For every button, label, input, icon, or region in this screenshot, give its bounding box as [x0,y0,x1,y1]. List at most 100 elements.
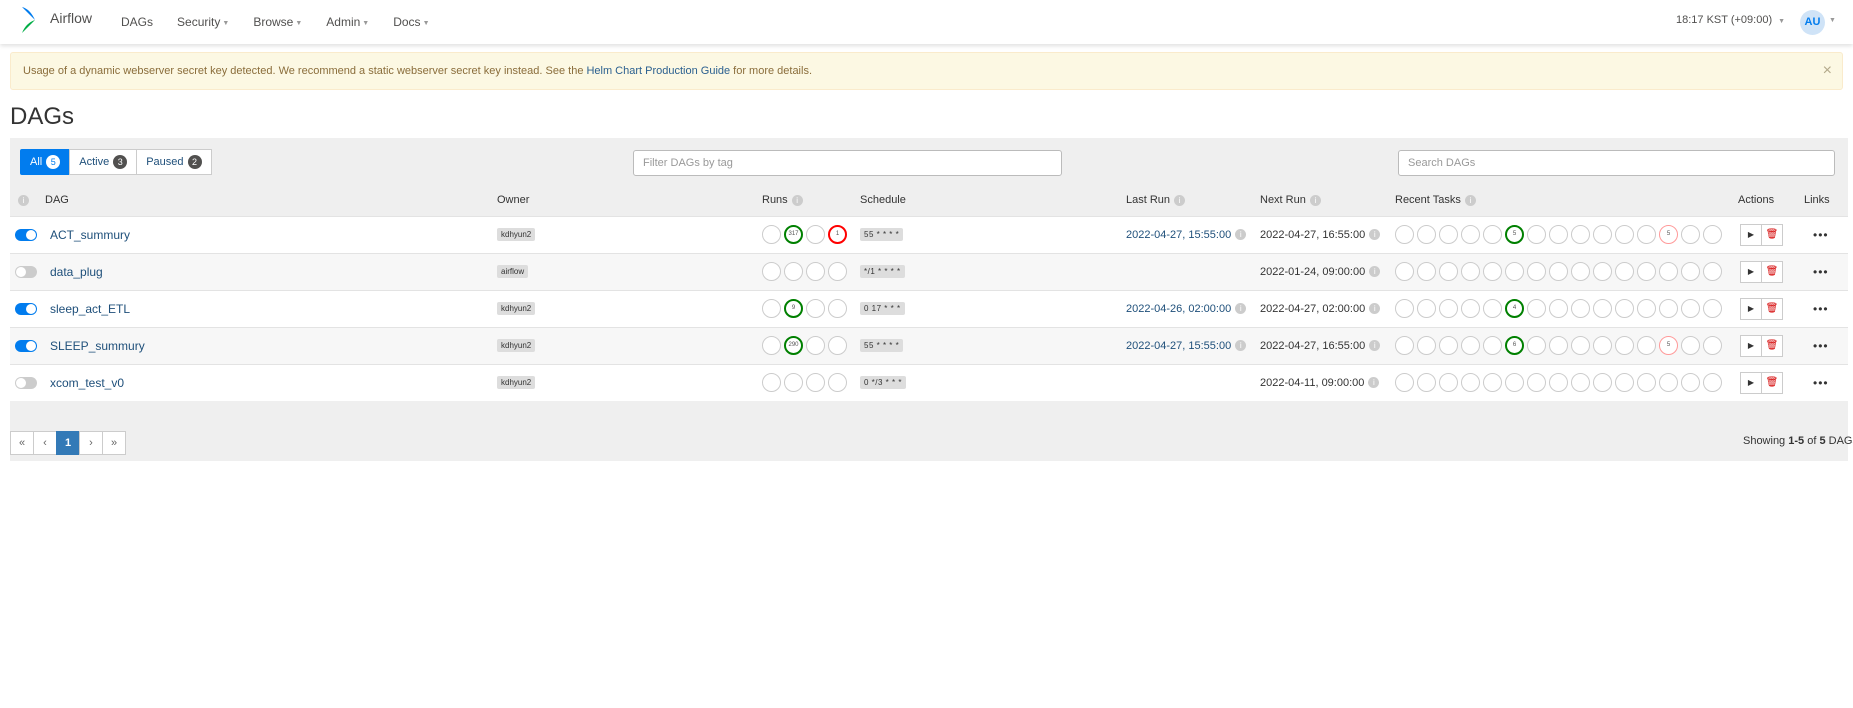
task-status-circle[interactable] [1417,373,1436,393]
info-icon[interactable]: i [18,194,29,206]
task-status-circle[interactable] [1549,373,1568,393]
more-dots-icon[interactable]: ••• [1813,302,1829,316]
run-status-circle[interactable] [806,373,825,393]
info-icon[interactable]: i [1235,229,1247,241]
owner-badge[interactable]: kdhyun2 [497,302,536,315]
info-icon[interactable]: i [1369,229,1381,241]
run-status-circle[interactable] [784,373,803,393]
task-status-circle[interactable] [1593,336,1612,355]
run-status-circle[interactable] [806,225,825,244]
task-status-circle[interactable] [1593,262,1612,281]
task-status-circle[interactable] [1417,262,1436,281]
owner-badge[interactable]: kdhyun2 [497,376,536,390]
run-status-circle[interactable] [762,262,781,281]
more-dots-icon[interactable]: ••• [1813,228,1829,242]
task-status-circle[interactable] [1593,299,1612,318]
task-status-circle[interactable] [1483,262,1502,281]
owner-badge[interactable]: kdhyun2 [497,339,536,352]
task-status-circle[interactable] [1417,299,1436,318]
task-status-circle[interactable] [1659,373,1678,393]
task-status-circle[interactable] [1505,262,1524,281]
run-status-circle[interactable] [762,299,781,318]
trigger-dag-button[interactable]: ▶ [1740,334,1762,357]
tab-active[interactable]: Active 3 [69,149,138,175]
info-icon[interactable]: i [1235,340,1247,352]
more-dots-icon[interactable]: ••• [1813,265,1829,279]
close-icon[interactable]: × [1823,62,1832,80]
task-status-circle[interactable] [1571,262,1590,281]
task-status-circle[interactable] [1615,262,1634,281]
task-status-circle[interactable] [1681,299,1700,318]
task-status-circle[interactable] [1681,262,1700,281]
run-status-circle[interactable] [828,336,847,355]
run-status-circle[interactable]: 9 [784,299,803,318]
task-status-circle[interactable] [1505,373,1524,393]
task-status-circle[interactable] [1417,336,1436,355]
info-icon[interactable]: i [1464,194,1476,206]
info-icon[interactable]: i [1368,377,1380,389]
task-status-circle[interactable] [1483,225,1502,244]
task-status-circle[interactable]: 5 [1659,336,1678,355]
task-status-circle[interactable] [1681,225,1700,244]
info-icon[interactable]: i [1369,266,1381,278]
delete-dag-button[interactable]: 🗑 [1761,334,1783,357]
brand[interactable]: Airflow [20,5,92,35]
last-page-button[interactable]: » [102,431,126,455]
task-status-circle[interactable] [1659,262,1678,281]
pause-toggle[interactable] [15,228,37,241]
task-status-circle[interactable] [1637,299,1656,318]
task-status-circle[interactable] [1527,373,1546,393]
task-status-circle[interactable] [1615,336,1634,355]
task-status-circle[interactable] [1703,299,1722,318]
timezone-clock[interactable]: 18:17 KST (+09:00) ▼ [1676,14,1785,26]
col-dag[interactable]: DAG [45,185,497,216]
task-status-circle[interactable] [1571,299,1590,318]
run-status-circle[interactable] [828,299,847,318]
task-status-circle[interactable] [1483,336,1502,355]
last-run-link[interactable]: 2022-04-27, 15:55:00 [1126,229,1231,241]
run-status-circle[interactable] [762,373,781,393]
task-status-circle[interactable] [1439,262,1458,281]
task-status-circle[interactable] [1549,225,1568,244]
tag-filter-input[interactable]: Filter DAGs by tag [633,150,1062,176]
pause-toggle[interactable] [15,265,37,278]
delete-dag-button[interactable]: 🗑 [1761,371,1783,394]
tab-paused[interactable]: Paused 2 [136,149,212,175]
task-status-circle[interactable] [1637,373,1656,393]
task-status-circle[interactable] [1439,299,1458,318]
task-status-circle[interactable] [1571,336,1590,355]
first-page-button[interactable]: « [10,431,34,455]
user-avatar[interactable]: AU [1800,10,1825,35]
task-status-circle[interactable] [1483,299,1502,318]
task-status-circle[interactable] [1571,225,1590,244]
run-status-circle[interactable]: 317 [784,225,803,244]
task-status-circle[interactable] [1527,336,1546,355]
delete-dag-button[interactable]: 🗑 [1761,260,1783,283]
run-status-circle[interactable]: 290 [784,336,803,355]
nav-browse[interactable]: Browse ▼ [253,15,302,29]
nav-admin[interactable]: Admin ▼ [326,15,369,29]
prev-page-button[interactable]: ‹ [33,431,57,455]
run-status-circle[interactable] [762,336,781,355]
delete-dag-button[interactable]: 🗑 [1761,223,1783,246]
dag-name-link[interactable]: ACT_summury [50,228,130,242]
task-status-circle[interactable] [1659,299,1678,318]
pause-toggle[interactable] [15,339,37,352]
delete-dag-button[interactable]: 🗑 [1761,297,1783,320]
task-status-circle[interactable] [1439,373,1458,393]
info-icon[interactable]: i [1174,194,1186,206]
task-status-circle[interactable] [1527,299,1546,318]
owner-badge[interactable]: kdhyun2 [497,228,536,241]
task-status-circle[interactable] [1549,299,1568,318]
dag-name-link[interactable]: SLEEP_summury [50,339,145,353]
task-status-circle[interactable] [1637,225,1656,244]
task-status-circle[interactable] [1395,225,1414,244]
dag-name-link[interactable]: data_plug [50,265,103,279]
task-status-circle[interactable] [1615,373,1634,393]
task-status-circle[interactable] [1593,373,1612,393]
task-status-circle[interactable] [1637,262,1656,281]
task-status-circle[interactable] [1439,336,1458,355]
task-status-circle[interactable] [1461,336,1480,355]
task-status-circle[interactable] [1527,262,1546,281]
task-status-circle[interactable]: 6 [1505,336,1524,355]
